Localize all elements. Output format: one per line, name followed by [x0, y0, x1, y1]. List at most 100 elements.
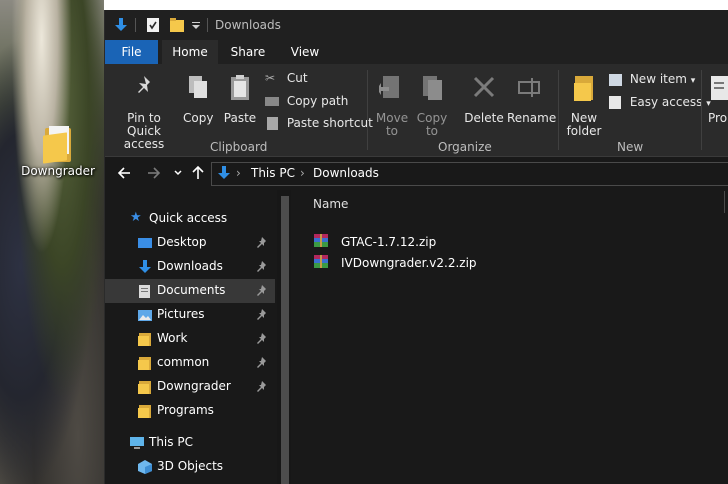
nav-this-pc[interactable]: This PC	[105, 431, 275, 455]
paste-label: Paste	[223, 111, 257, 125]
window-title: Downloads	[215, 18, 281, 32]
copy-button[interactable]: Copy	[183, 72, 213, 125]
move-to-label: Move to	[375, 111, 409, 138]
pin-icon	[257, 309, 266, 320]
cut-button[interactable]: ✂ Cut	[265, 71, 308, 85]
folder-icon	[138, 333, 151, 346]
copy-path-label: Copy path	[286, 94, 349, 108]
nav-item-downgrader[interactable]: Downgrader	[105, 375, 275, 399]
delete-button[interactable]: Delete	[463, 72, 505, 125]
breadcrumb-this-pc[interactable]: This PC	[251, 166, 295, 180]
new-folder-label: New folder	[566, 111, 602, 138]
tab-file[interactable]: File	[105, 40, 158, 64]
desktop-icon	[138, 238, 152, 248]
properties-button[interactable]: Prop	[708, 72, 728, 125]
download-arrow-icon[interactable]	[113, 17, 129, 33]
tab-home[interactable]: Home	[162, 40, 218, 64]
delete-x-icon	[473, 76, 495, 98]
forward-arrow-icon[interactable]	[147, 166, 161, 180]
move-to-icon	[377, 76, 399, 98]
desktop-icon-label: Downgrader	[21, 164, 95, 178]
copy-path-icon	[265, 97, 279, 106]
nav-label: This PC	[149, 435, 193, 449]
move-to-button[interactable]: Move to	[375, 72, 409, 138]
copy-to-button[interactable]: Copy to	[415, 72, 449, 138]
new-folder-quick-icon[interactable]	[169, 17, 185, 33]
ribbon-separator	[558, 70, 559, 150]
pin-icon	[257, 333, 266, 344]
properties-label: Prop	[708, 111, 728, 125]
ribbon-tab-bar: File Home Share View	[105, 40, 728, 64]
properties-check-icon[interactable]	[145, 17, 161, 33]
easy-access-icon	[609, 96, 621, 109]
folder-icon	[138, 357, 151, 370]
paste-button[interactable]: Paste	[223, 72, 257, 125]
recent-locations-chevron-icon[interactable]	[173, 168, 183, 178]
rename-label: Rename	[507, 111, 557, 125]
winrar-archive-icon	[314, 255, 328, 268]
explorer-window: Downloads File Home Share View Pin to Qu…	[104, 10, 728, 484]
pin-icon	[257, 285, 266, 296]
nav-item-common[interactable]: common	[105, 351, 275, 375]
nav-quick-access[interactable]: ★ Quick access	[105, 207, 275, 231]
desktop-wallpaper	[0, 0, 104, 484]
nav-item-documents[interactable]: Documents	[105, 279, 275, 303]
desktop-folder-downgrader[interactable]: Downgrader	[20, 124, 96, 178]
column-header-name[interactable]: Name	[313, 197, 348, 211]
nav-label: Documents	[157, 283, 226, 297]
new-folder-button[interactable]: New folder	[563, 72, 605, 138]
3d-objects-icon	[138, 460, 152, 474]
download-arrow-icon	[139, 260, 151, 273]
address-bar-row: › This PC › Downloads	[105, 157, 728, 189]
back-arrow-icon[interactable]	[117, 166, 131, 180]
new-item-icon	[609, 73, 622, 86]
nav-label: Programs	[157, 403, 214, 417]
nav-item-work[interactable]: Work	[105, 327, 275, 351]
scissors-icon: ✂	[265, 71, 276, 85]
file-name: GTAC-1.7.12.zip	[341, 235, 437, 249]
folder-icon	[138, 405, 151, 418]
nav-3d-objects[interactable]: 3D Objects	[105, 455, 275, 479]
nav-item-downloads[interactable]: Downloads	[105, 255, 275, 279]
nav-label: 3D Objects	[157, 459, 224, 473]
folder-icon	[138, 381, 151, 394]
breadcrumb-chevron-icon: ›	[236, 166, 241, 180]
tab-view[interactable]: View	[277, 40, 333, 64]
easy-access-label: Easy access	[629, 95, 703, 109]
nav-item-pictures[interactable]: Pictures	[105, 303, 275, 327]
navigation-scrollbar-thumb[interactable]	[281, 196, 289, 484]
star-icon: ★	[130, 210, 142, 225]
nav-item-desktop[interactable]: Desktop	[105, 231, 275, 255]
group-label-new: New	[617, 140, 644, 154]
properties-icon	[711, 76, 728, 100]
pin-icon	[257, 381, 266, 392]
rename-icon	[518, 78, 540, 97]
copy-label: Copy	[183, 111, 214, 125]
title-bar: Downloads	[105, 10, 728, 40]
nav-label: Work	[157, 331, 188, 345]
address-bar[interactable]: › This PC › Downloads	[211, 162, 728, 186]
paste-shortcut-button[interactable]: Paste shortcut	[265, 116, 373, 130]
nav-label: Desktop	[157, 235, 207, 249]
nav-label: Downgrader	[157, 379, 231, 393]
paste-shortcut-label: Paste shortcut	[286, 116, 373, 130]
breadcrumb-chevron-icon: ›	[300, 166, 305, 180]
customize-quick-access-icon[interactable]	[191, 17, 201, 33]
file-list: Name GTAC-1.7.12.zip IVDowngrader.v2.2.z…	[293, 190, 728, 484]
folder-icon	[43, 124, 73, 164]
breadcrumb-downloads[interactable]: Downloads	[313, 166, 379, 180]
paste-clipboard-icon	[231, 75, 249, 100]
easy-access-button[interactable]: Easy access ▾	[609, 95, 711, 111]
documents-icon	[139, 285, 150, 298]
rename-button[interactable]: Rename	[507, 72, 557, 125]
new-item-button[interactable]: New item ▾	[609, 72, 695, 88]
pin-icon	[257, 237, 266, 248]
ribbon-separator	[701, 70, 702, 150]
nav-item-programs[interactable]: Programs	[105, 399, 275, 423]
up-arrow-icon[interactable]	[191, 165, 205, 180]
pin-to-quick-access-button[interactable]: Pin to Quick access	[109, 72, 179, 151]
ribbon-home: Pin to Quick access Copy Paste ✂ Cut Cop…	[105, 64, 728, 157]
column-divider[interactable]	[724, 191, 725, 213]
tab-share[interactable]: Share	[220, 40, 276, 64]
copy-path-button[interactable]: Copy path	[265, 94, 348, 108]
